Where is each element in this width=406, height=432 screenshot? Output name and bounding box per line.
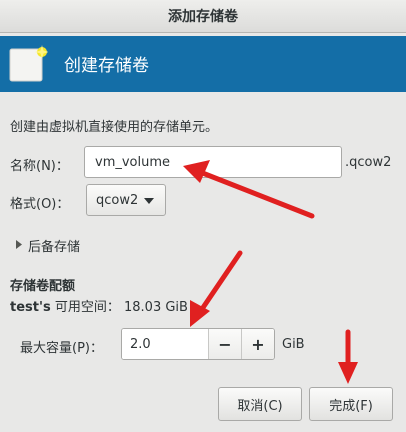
name-label: 名称(N)：: [10, 159, 69, 174]
capacity-unit: GiB: [282, 337, 305, 352]
dialog-header: 创建存储卷: [0, 36, 406, 92]
capacity-decrement-button[interactable]: −: [208, 329, 241, 359]
capacity-input[interactable]: [122, 329, 208, 359]
format-selected-value: qcow2: [96, 192, 139, 208]
name-input[interactable]: [84, 146, 342, 178]
capacity-spinbutton: − +: [121, 328, 275, 360]
format-label: 格式(O)：: [10, 197, 70, 212]
available-space-value: 18.03 GiB: [124, 300, 188, 315]
pool-name: test's: [10, 300, 51, 315]
window-titlebar: 添加存储卷: [0, 0, 406, 33]
format-combobox[interactable]: qcow2: [86, 184, 166, 216]
quota-section-title: 存储卷配额: [10, 279, 76, 294]
capacity-increment-button[interactable]: +: [241, 329, 274, 359]
annotation-arrow-finish-head: [338, 362, 358, 384]
finish-button[interactable]: 完成(F): [309, 387, 393, 421]
header-title: 创建存储卷: [64, 56, 149, 76]
annotation-arrow-capacity: [197, 250, 243, 315]
dialog-description: 创建由虚拟机直接使用的存储单元。: [10, 120, 219, 135]
cancel-button[interactable]: 取消(C): [218, 387, 302, 421]
annotation-arrow-capacity-head: [190, 300, 210, 327]
name-suffix: .qcow2: [345, 155, 392, 170]
backing-store-expander[interactable]: 后备存储: [16, 236, 80, 255]
expander-arrow-icon: [16, 238, 22, 253]
capacity-label: 最大容量(P)：: [20, 341, 103, 356]
annotation-arrow-name: [197, 169, 315, 219]
available-space-label: 可用空间：: [54, 300, 120, 315]
new-volume-icon: [8, 44, 49, 84]
available-space-row: test's 可用空间： 18.03 GiB: [10, 296, 188, 315]
window-title: 添加存储卷: [168, 9, 238, 25]
chevron-down-icon: [144, 193, 155, 208]
backing-store-label: 后备存储: [28, 240, 81, 255]
